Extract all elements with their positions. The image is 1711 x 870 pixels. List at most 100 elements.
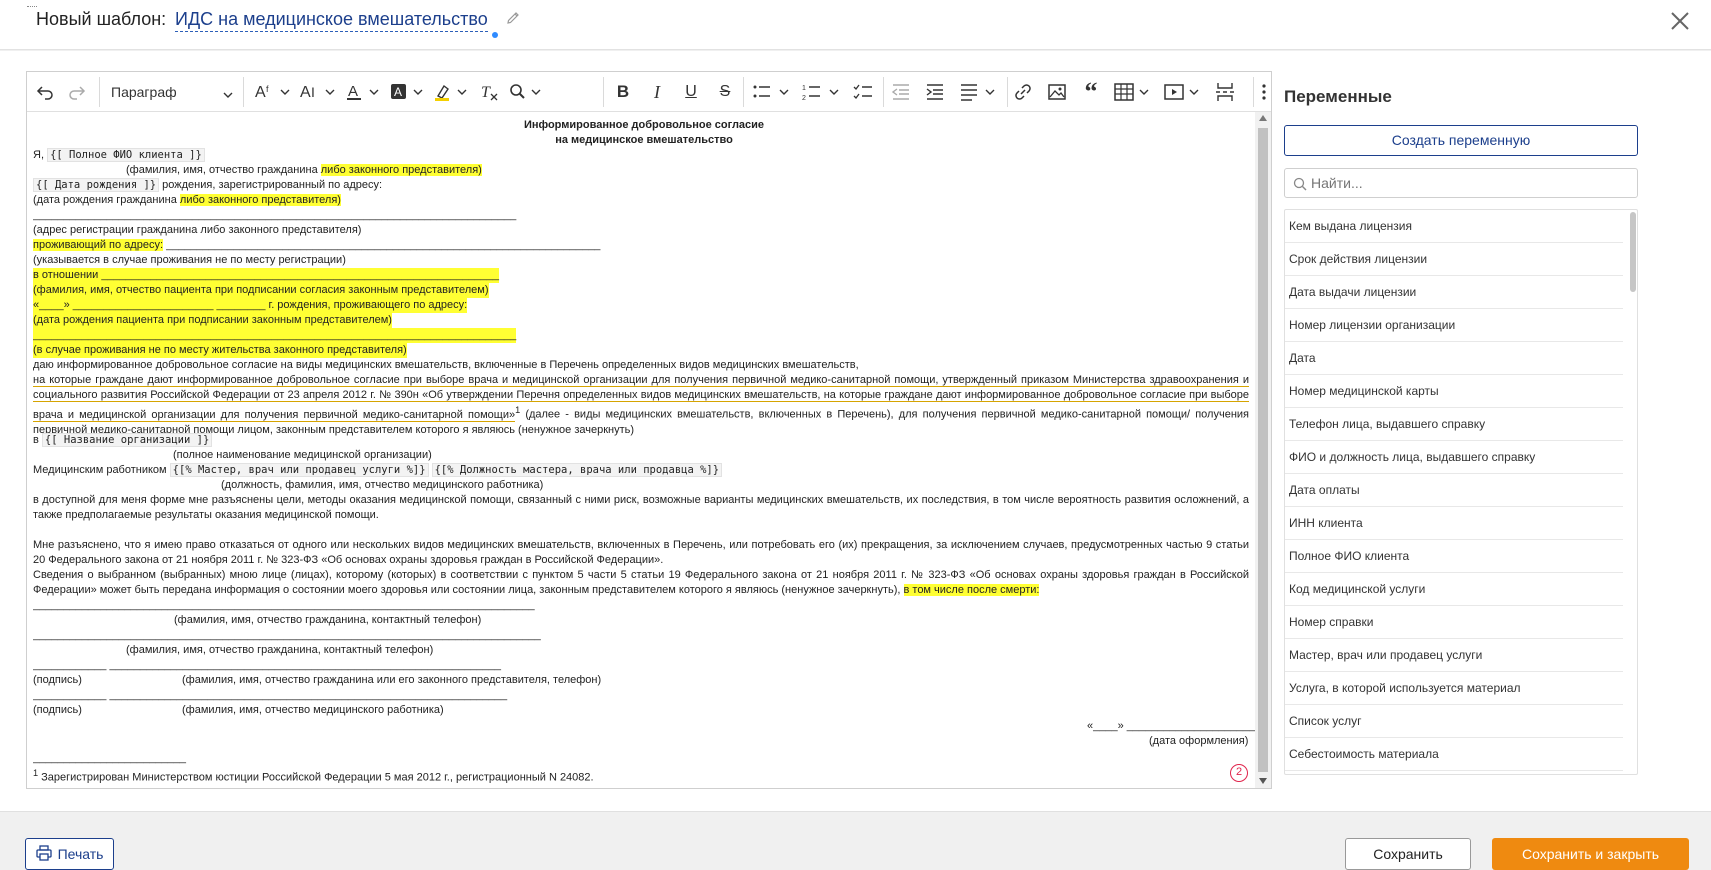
document-content[interactable]: Информированное добровольное согласие на… [33, 114, 1255, 788]
undo-icon[interactable] [33, 80, 57, 104]
bold-icon[interactable]: B [611, 80, 635, 104]
variable-item[interactable]: Номер медицинской карты [1285, 375, 1623, 408]
footnote-separator: _________________________ [33, 752, 186, 764]
search-input[interactable] [1311, 173, 1631, 193]
font-color-icon[interactable]: A [345, 80, 381, 104]
paragraph-format-select[interactable]: Параграф [111, 80, 233, 104]
variable-chip[interactable]: {[ Дата рождения ]} [33, 178, 160, 192]
doc-line: Я, {[ Полное ФИО клиента ]} [33, 148, 205, 163]
doc-line: (адрес регистрации гражданина либо закон… [33, 224, 362, 236]
doc-line-highlighted: (фамилия, имя, отчество пациента при под… [33, 283, 489, 298]
doc-text: в [33, 434, 42, 446]
variable-item[interactable]: Номер лицензии организации [1285, 309, 1623, 342]
variables-list: Кем выдана лицензия Срок действия лиценз… [1284, 209, 1638, 775]
svg-text:2: 2 [802, 95, 806, 102]
font-size-icon[interactable]: AI [299, 80, 337, 104]
doc-line: (фамилия, имя, отчество гражданина либо … [126, 163, 482, 178]
checklist-icon[interactable] [851, 80, 875, 104]
doc-line: {[ Дата рождения ]} рождения, зарегистри… [33, 178, 382, 193]
font-family-icon[interactable]: Af [254, 80, 292, 104]
outdent-icon[interactable] [889, 80, 913, 104]
rich-text-editor: Параграф Af AI A A T B I U S 12 “ Информ… [26, 71, 1272, 789]
variables-scrollbar[interactable] [1630, 212, 1636, 292]
variable-chip[interactable]: {[ Название организации ]} [41, 433, 213, 447]
doc-paragraph: Сведения о выбранном (выбранных) мною ли… [33, 568, 1249, 598]
svg-text:f: f [266, 84, 269, 94]
doc-line: (полное наименование медицинской организ… [173, 449, 432, 461]
indent-icon[interactable] [923, 80, 947, 104]
doc-text: ________________________________________… [163, 239, 601, 251]
variable-item[interactable]: Кем выдана лицензия [1285, 210, 1623, 243]
doc-text: рождения, зарегистрированный по адресу: [159, 179, 383, 191]
variable-item[interactable]: Срок действия лицензии [1285, 243, 1623, 276]
create-variable-button[interactable]: Создать переменную [1284, 125, 1638, 156]
variable-item[interactable]: Номер справки [1285, 606, 1623, 639]
doc-line-highlighted: ________________________________________… [33, 328, 517, 343]
doc-line: даю информированное добровольное согласи… [33, 359, 859, 371]
variable-item[interactable]: Услуга, в которой используется материал [1285, 672, 1623, 705]
close-icon[interactable] [1668, 9, 1692, 33]
variable-item[interactable]: Себестоимость материала [1285, 738, 1623, 771]
signature-line: ____________ ___________________________… [33, 659, 501, 671]
highlight-icon[interactable] [433, 80, 469, 104]
save-and-close-button[interactable]: Сохранить и закрыть [1492, 838, 1689, 870]
variable-chip[interactable]: {[% Мастер, врач или продавец услуги %]} [169, 463, 429, 477]
scrollbar-thumb[interactable] [1258, 128, 1268, 772]
strikethrough-icon[interactable]: S [713, 80, 737, 104]
date-caption: (дата оформления) [1149, 735, 1249, 747]
toolbar-divider [1007, 77, 1008, 107]
modal-header: Новый шаблон: ИДС на медицинское вмешате… [0, 0, 1711, 50]
template-label: Новый шаблон: [36, 9, 167, 29]
underline-icon[interactable]: U [679, 80, 703, 104]
image-icon[interactable] [1045, 80, 1069, 104]
doc-paragraph: на которые граждане дают информированное… [33, 373, 1249, 438]
variable-item[interactable]: ИНН клиента [1285, 507, 1623, 540]
scroll-up-icon[interactable] [1259, 115, 1267, 121]
redo-icon[interactable] [65, 80, 89, 104]
align-icon[interactable] [959, 80, 1001, 104]
media-embed-icon[interactable] [1163, 80, 1205, 104]
toolbar-divider [99, 77, 100, 107]
error-count-badge[interactable]: 2 [1230, 764, 1248, 782]
toolbar-divider [743, 77, 744, 107]
variable-item[interactable]: Дата оплаты [1285, 474, 1623, 507]
link-icon[interactable] [1011, 80, 1035, 104]
signature-caption: (фамилия, имя, отчество гражданина, конт… [126, 644, 434, 656]
signature-label: (подпись) [33, 674, 82, 686]
find-replace-icon[interactable] [507, 80, 543, 104]
variable-item[interactable]: Дата выдачи лицензии [1285, 276, 1623, 309]
numbered-list-icon[interactable]: 12 [801, 80, 843, 104]
blockquote-icon[interactable]: “ [1079, 77, 1103, 106]
variable-item[interactable]: Мастер, врач или продавец услуги [1285, 639, 1623, 672]
background-color-icon[interactable]: A [389, 80, 425, 104]
print-button[interactable]: Печать [25, 838, 114, 870]
doc-text: Медицинским работником [33, 464, 170, 476]
variable-item[interactable]: Список услуг [1285, 705, 1623, 738]
doc-line-highlighted: (в случае проживания не по месту жительс… [33, 343, 407, 358]
more-options-icon[interactable] [1259, 80, 1269, 104]
variable-item[interactable]: Дата [1285, 342, 1623, 375]
scroll-down-icon[interactable] [1259, 778, 1267, 784]
save-button[interactable]: Сохранить [1345, 838, 1471, 870]
variable-chip[interactable]: {[ Полное ФИО клиента ]} [47, 148, 205, 162]
table-icon[interactable] [1113, 80, 1155, 104]
variable-item[interactable]: Полное ФИО клиента [1285, 540, 1623, 573]
page-break-icon[interactable] [1213, 80, 1237, 104]
doc-line: (указывается в случае проживания не по м… [33, 254, 346, 266]
variable-chip[interactable]: {[% Должность мастера, врача или продавц… [431, 463, 723, 477]
editor-scrollbar[interactable] [1255, 112, 1271, 788]
italic-icon[interactable]: I [645, 80, 669, 104]
pencil-icon[interactable] [505, 10, 521, 26]
variable-item[interactable]: Код медицинской услуги [1285, 573, 1623, 606]
bullet-list-icon[interactable] [751, 80, 793, 104]
variable-item[interactable]: ФИО и должность лица, выдавшего справку [1285, 441, 1623, 474]
clear-formatting-icon[interactable]: T [477, 80, 501, 104]
doc-line-highlighted: в отношении ____________________________… [33, 268, 500, 283]
highlighted-text: в том числе после смерти: [903, 584, 1040, 596]
template-title[interactable]: ИДС на медицинское вмешательство [175, 9, 488, 32]
printer-icon [35, 844, 52, 864]
svg-text:A: A [394, 85, 402, 99]
svg-text:A: A [255, 84, 266, 101]
search-icon [1293, 177, 1307, 191]
variable-item[interactable]: Телефон лица, выдавшего справку [1285, 408, 1623, 441]
